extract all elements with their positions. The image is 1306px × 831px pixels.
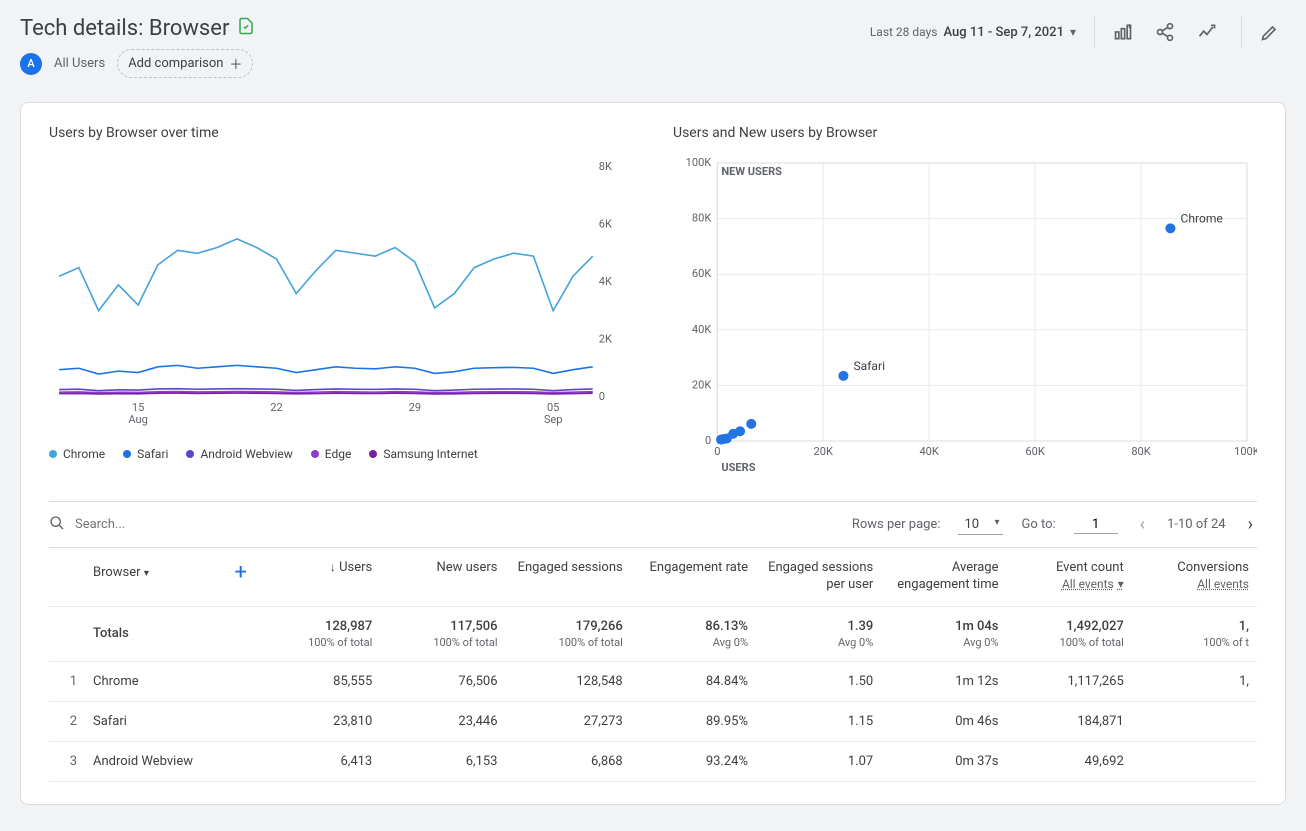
customize-icon[interactable] bbox=[1107, 16, 1139, 48]
col-engaged-sessions[interactable]: Engaged sessions bbox=[506, 548, 631, 606]
svg-text:20K: 20K bbox=[692, 378, 711, 391]
col-browser[interactable]: Browser ▾ bbox=[93, 565, 149, 580]
svg-text:0: 0 bbox=[705, 434, 711, 447]
page-range: 1-10 of 24 bbox=[1167, 517, 1226, 532]
svg-text:2K: 2K bbox=[599, 333, 612, 346]
add-dimension-button[interactable]: + bbox=[235, 560, 247, 585]
col-new-users[interactable]: New users bbox=[380, 548, 505, 606]
legend-item[interactable]: Android Webview bbox=[186, 447, 292, 461]
next-page-button[interactable]: › bbox=[1244, 510, 1257, 539]
page-title: Tech details: Browser bbox=[20, 16, 255, 41]
col-engaged-per-user[interactable]: Engaged sessionsper user bbox=[756, 548, 881, 606]
chart2-title: Users and New users by Browser bbox=[673, 125, 1257, 141]
segment-label: All Users bbox=[54, 56, 105, 71]
svg-text:Aug: Aug bbox=[128, 413, 147, 426]
rows-per-page-label: Rows per page: bbox=[852, 517, 941, 532]
insights-icon[interactable] bbox=[1191, 16, 1223, 48]
svg-text:4K: 4K bbox=[599, 275, 612, 288]
legend-item[interactable]: Samsung Internet bbox=[369, 447, 478, 461]
svg-text:22: 22 bbox=[270, 401, 282, 414]
add-comparison-button[interactable]: Add comparison ＋ bbox=[117, 49, 253, 78]
edit-icon[interactable] bbox=[1254, 16, 1286, 48]
svg-text:80K: 80K bbox=[692, 212, 711, 225]
chart1-title: Users by Browser over time bbox=[49, 125, 633, 141]
rows-per-page-select[interactable]: 10 bbox=[958, 515, 1003, 535]
svg-text:Chrome: Chrome bbox=[1180, 211, 1222, 225]
svg-text:8K: 8K bbox=[599, 160, 612, 173]
svg-text:Sep: Sep bbox=[544, 413, 563, 426]
svg-text:05: 05 bbox=[547, 401, 559, 414]
table-row[interactable]: 1Chrome 85,55576,506128,548 84.84%1.501m… bbox=[49, 661, 1257, 701]
table-row[interactable]: 2Safari 23,81023,44627,273 89.95%1.150m … bbox=[49, 701, 1257, 741]
col-engagement-rate[interactable]: Engagement rate bbox=[631, 548, 756, 606]
legend-item[interactable]: Chrome bbox=[49, 447, 105, 461]
date-range-picker[interactable]: Last 28 days Aug 11 - Sep 7, 2021 ▾ bbox=[870, 25, 1076, 40]
goto-input[interactable] bbox=[1074, 516, 1118, 534]
svg-text:20K: 20K bbox=[814, 445, 833, 458]
svg-text:0: 0 bbox=[599, 390, 605, 403]
svg-text:Safari: Safari bbox=[853, 359, 885, 373]
svg-text:60K: 60K bbox=[1025, 445, 1044, 458]
svg-text:100K: 100K bbox=[1234, 445, 1257, 458]
search-icon bbox=[49, 515, 65, 535]
svg-text:40K: 40K bbox=[692, 323, 711, 336]
status-ok-icon bbox=[237, 16, 255, 41]
svg-text:6K: 6K bbox=[599, 218, 612, 231]
line-chart[interactable]: 0 2K 4K 6K 8K 15Aug 22 29 05Sep bbox=[49, 157, 633, 437]
search-input[interactable] bbox=[73, 516, 273, 533]
legend-item[interactable]: Edge bbox=[311, 447, 352, 461]
data-table: Browser ▾ + ↓ Users New users Engaged se… bbox=[49, 548, 1257, 782]
col-avg-engagement[interactable]: Averageengagement time bbox=[881, 548, 1006, 606]
share-icon[interactable] bbox=[1149, 16, 1181, 48]
svg-text:0: 0 bbox=[714, 445, 720, 458]
svg-text:29: 29 bbox=[409, 401, 421, 414]
plus-icon: ＋ bbox=[229, 54, 242, 73]
chevron-down-icon: ▾ bbox=[144, 568, 149, 579]
chevron-down-icon: ▾ bbox=[1070, 25, 1076, 39]
scatter-chart[interactable]: 0 20K 40K 60K 80K 100K 0 20K 40K 60K 80K 100K NEW US… bbox=[673, 157, 1257, 477]
svg-text:80K: 80K bbox=[1131, 445, 1150, 458]
svg-text:USERS: USERS bbox=[721, 461, 755, 474]
segment-badge: A bbox=[20, 53, 42, 75]
svg-text:NEW USERS: NEW USERS bbox=[721, 165, 782, 178]
goto-label: Go to: bbox=[1021, 517, 1055, 532]
table-row[interactable]: 3Android Webview 6,4136,1536,868 93.24%1… bbox=[49, 741, 1257, 781]
legend-item[interactable]: Safari bbox=[123, 447, 168, 461]
prev-page-button[interactable]: ‹ bbox=[1136, 510, 1149, 539]
col-conversions[interactable]: ConversionsAll events bbox=[1132, 548, 1257, 606]
svg-text:60K: 60K bbox=[692, 267, 711, 280]
svg-text:15: 15 bbox=[132, 401, 144, 414]
line-chart-legend: Chrome Safari Android Webview Edge Samsung I… bbox=[49, 447, 633, 461]
col-users[interactable]: ↓ Users bbox=[255, 548, 380, 606]
col-event-count[interactable]: Event countAll events ▾ bbox=[1007, 548, 1132, 606]
svg-text:40K: 40K bbox=[919, 445, 938, 458]
svg-text:100K: 100K bbox=[686, 157, 712, 169]
totals-row: Totals 128,987100% of total 117,506100% … bbox=[49, 606, 1257, 661]
